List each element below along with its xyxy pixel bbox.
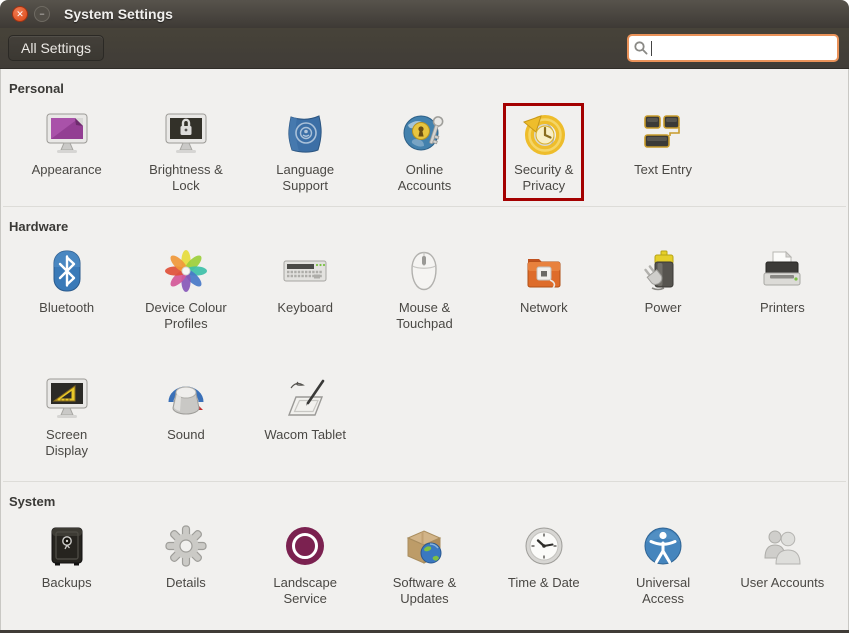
minimize-button[interactable]: − (34, 6, 50, 22)
language-support-icon (281, 109, 329, 157)
toolbar: All Settings (0, 28, 849, 69)
screen-display-icon (43, 374, 91, 422)
settings-item-label: Time & Date (508, 575, 580, 609)
universal-access-icon (639, 522, 687, 570)
bluetooth-icon (43, 247, 91, 295)
software-updates-icon (400, 522, 448, 570)
settings-item-security-privacy[interactable]: Security & Privacy (484, 103, 603, 196)
close-icon: ✕ (16, 10, 24, 19)
settings-item-sound[interactable]: Sound (126, 368, 245, 461)
settings-item-label: Network (520, 300, 568, 334)
settings-item-universal-access[interactable]: Universal Access (603, 516, 722, 609)
settings-item-label: Device Colour Profiles (145, 300, 227, 334)
settings-item-label: Landscape Service (273, 575, 337, 609)
text-entry-icon (639, 109, 687, 157)
settings-item-device-colour-profiles[interactable]: Device Colour Profiles (126, 241, 245, 334)
settings-item-label: Software & Updates (393, 575, 457, 609)
search-icon (633, 40, 649, 56)
minimize-icon: − (39, 10, 44, 19)
section-personal: Personal Appearance (1, 69, 848, 202)
security-privacy-icon (520, 109, 568, 157)
settings-item-keyboard[interactable]: Keyboard (246, 241, 365, 334)
settings-item-label: Language Support (276, 162, 334, 196)
hardware-grid: Bluetooth (7, 241, 842, 461)
section-system: System (1, 482, 848, 615)
settings-item-online-accounts[interactable]: Online Accounts (365, 103, 484, 196)
settings-item-label: Brightness & Lock (149, 162, 223, 196)
close-button[interactable]: ✕ (12, 6, 28, 22)
system-settings-window: ✕ − System Settings All Settings Persona… (0, 0, 849, 633)
settings-item-landscape-service[interactable]: Landscape Service (246, 516, 365, 609)
search-input[interactable] (652, 41, 833, 56)
settings-item-printers[interactable]: Printers (723, 241, 842, 334)
settings-item-user-accounts[interactable]: User Accounts (723, 516, 842, 609)
window-title: System Settings (64, 6, 173, 22)
settings-item-label: Mouse & Touchpad (396, 300, 452, 334)
personal-grid: Appearance Brightn (7, 103, 842, 196)
all-settings-button[interactable]: All Settings (8, 35, 104, 61)
landscape-service-icon (281, 522, 329, 570)
keyboard-icon (281, 247, 329, 295)
settings-item-label: Sound (167, 427, 205, 461)
settings-item-bluetooth[interactable]: Bluetooth (7, 241, 126, 334)
mouse-touchpad-icon (400, 247, 448, 295)
user-accounts-icon (758, 522, 806, 570)
settings-item-backups[interactable]: Backups (7, 516, 126, 609)
settings-item-mouse-touchpad[interactable]: Mouse & Touchpad (365, 241, 484, 334)
settings-item-wacom-tablet[interactable]: Wacom Tablet (246, 368, 365, 461)
settings-item-software-updates[interactable]: Software & Updates (365, 516, 484, 609)
settings-item-language-support[interactable]: Language Support (246, 103, 365, 196)
settings-item-time-date[interactable]: Time & Date (484, 516, 603, 609)
settings-item-text-entry[interactable]: Text Entry (603, 103, 722, 196)
power-icon (639, 247, 687, 295)
section-hardware: Hardware Bluetooth (1, 207, 848, 467)
settings-item-label: Screen Display (45, 427, 88, 461)
printers-icon (758, 247, 806, 295)
settings-item-label: Printers (760, 300, 805, 334)
settings-item-label: Details (166, 575, 206, 609)
sound-icon (162, 374, 210, 422)
search-box[interactable] (627, 34, 839, 62)
device-colour-profiles-icon (162, 247, 210, 295)
time-date-icon (520, 522, 568, 570)
settings-item-power[interactable]: Power (603, 241, 722, 334)
appearance-icon (43, 109, 91, 157)
settings-item-details[interactable]: Details (126, 516, 245, 609)
backups-icon (43, 522, 91, 570)
settings-item-label: Online Accounts (398, 162, 451, 196)
settings-item-label: Appearance (32, 162, 102, 196)
settings-panel: Personal Appearance (0, 69, 849, 630)
brightness-lock-icon (162, 109, 210, 157)
details-icon (162, 522, 210, 570)
settings-item-label: Wacom Tablet (264, 427, 346, 461)
settings-item-screen-display[interactable]: Screen Display (7, 368, 126, 461)
section-title: System (7, 492, 842, 514)
settings-item-network[interactable]: Network (484, 241, 603, 334)
network-icon (520, 247, 568, 295)
settings-item-label: User Accounts (740, 575, 824, 609)
settings-item-label: Bluetooth (39, 300, 94, 334)
titlebar: ✕ − System Settings (0, 0, 849, 28)
settings-item-label: Universal Access (636, 575, 690, 609)
section-title: Hardware (7, 217, 842, 239)
settings-item-brightness-lock[interactable]: Brightness & Lock (126, 103, 245, 196)
highlight-box: Security & Privacy (503, 103, 584, 201)
settings-item-label: Backups (42, 575, 92, 609)
settings-item-label: Keyboard (277, 300, 333, 334)
settings-item-label: Security & Privacy (514, 162, 573, 196)
online-accounts-icon (400, 109, 448, 157)
section-title: Personal (7, 79, 842, 101)
system-grid: Backups (7, 516, 842, 609)
settings-item-label: Power (645, 300, 682, 334)
settings-item-label: Text Entry (634, 162, 692, 196)
wacom-tablet-icon (281, 374, 329, 422)
settings-item-appearance[interactable]: Appearance (7, 103, 126, 196)
